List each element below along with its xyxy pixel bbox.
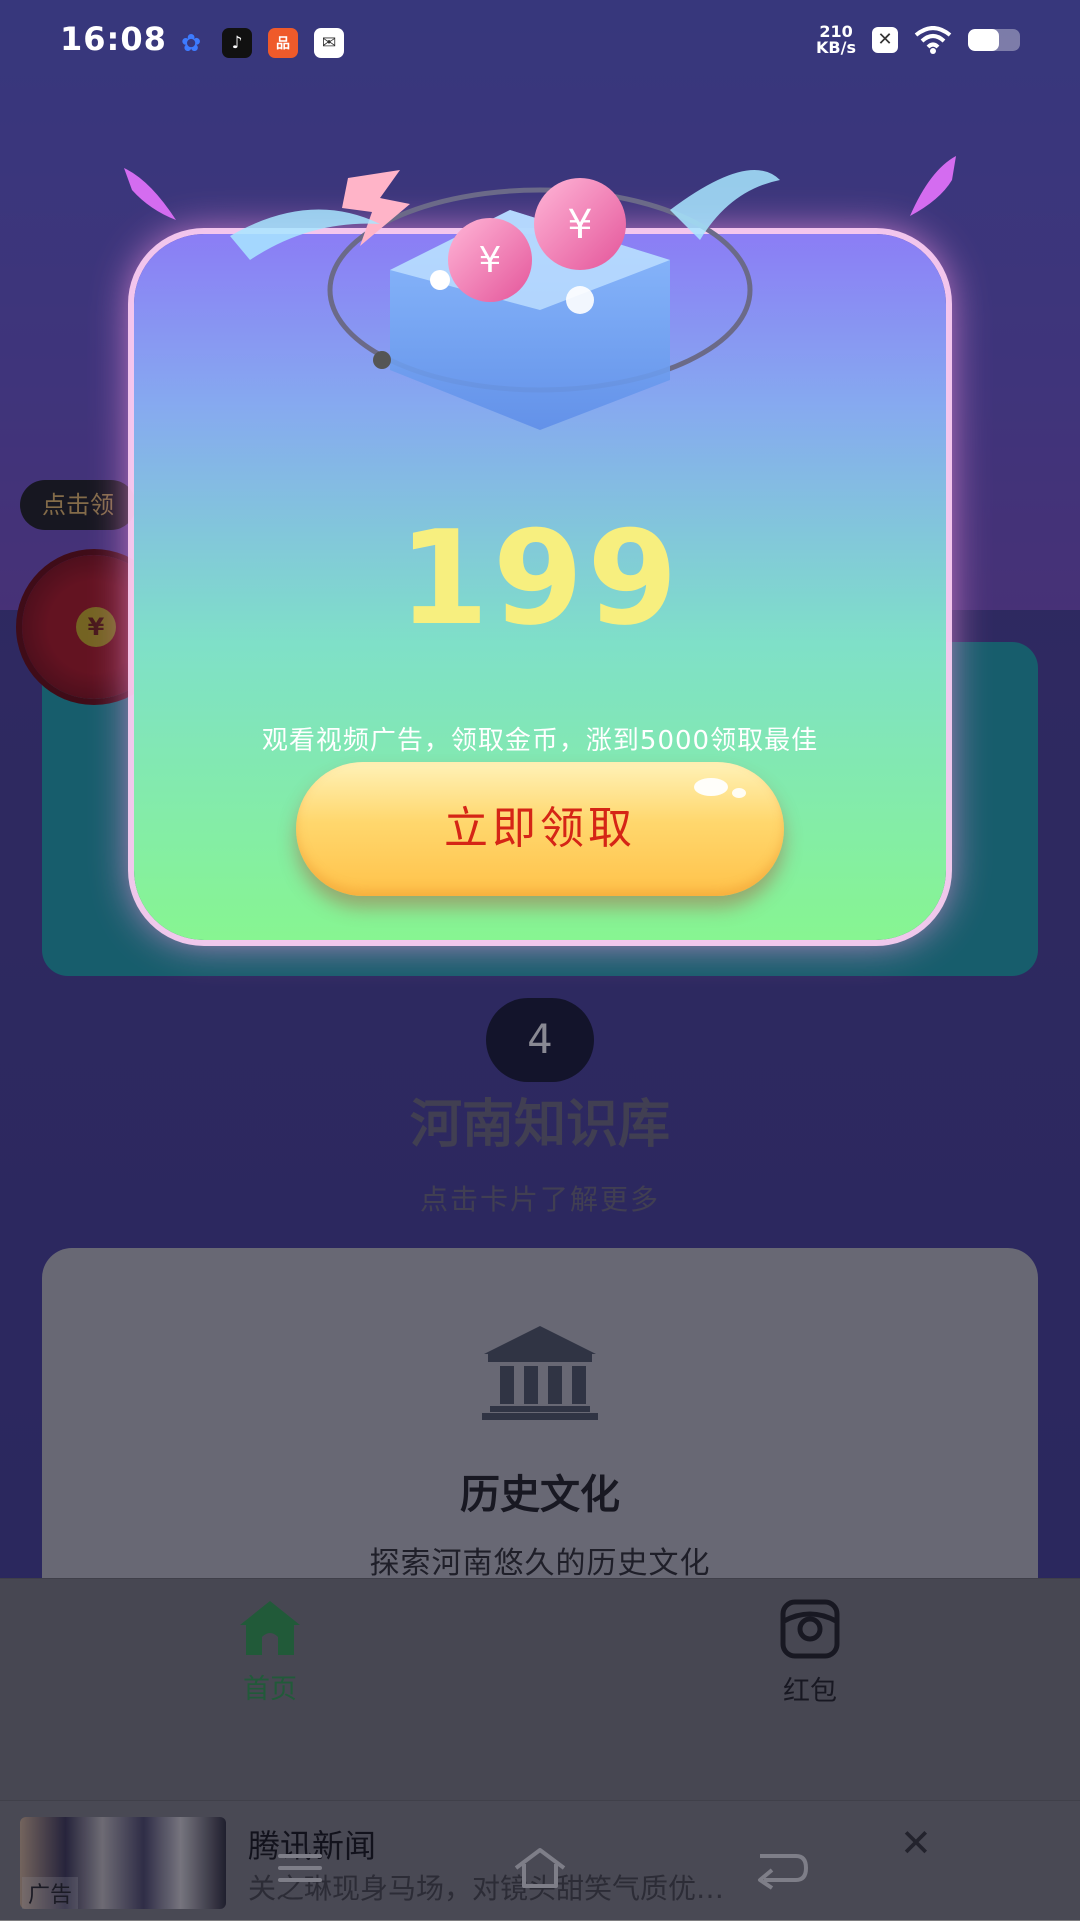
claim-now-label: 立即领取 <box>444 803 636 854</box>
shopping-app-icon: 品 <box>268 28 298 58</box>
battery-icon <box>968 29 1020 51</box>
button-shine <box>694 778 728 796</box>
svg-text:¥: ¥ <box>567 202 592 248</box>
battery-fill <box>968 29 1000 51</box>
wifi-icon <box>914 26 952 54</box>
net-speed-unit: KB/s <box>816 38 856 57</box>
notification-icon: ✕ <box>872 27 898 53</box>
dialog-description: 观看视频广告，领取金币，涨到5000领取最佳 <box>261 726 819 756</box>
svg-text:¥: ¥ <box>479 240 502 281</box>
gift-box-illustration: ¥ ¥ <box>124 156 956 430</box>
net-speed: 210 KB/s <box>816 24 856 56</box>
tiktok-icon: ♪ <box>222 28 252 58</box>
baidu-icon: ✿ <box>180 29 202 57</box>
button-shine-small <box>732 788 746 798</box>
status-time: 16:08 <box>60 20 167 58</box>
status-bar: 16:08 ✿ ♪ 品 ✉ 210 KB/s ✕ <box>0 0 1080 86</box>
claim-now-button[interactable]: 立即领取 <box>296 762 784 896</box>
coin-value: 199 <box>398 502 682 654</box>
mail-icon: ✉ <box>314 28 344 58</box>
